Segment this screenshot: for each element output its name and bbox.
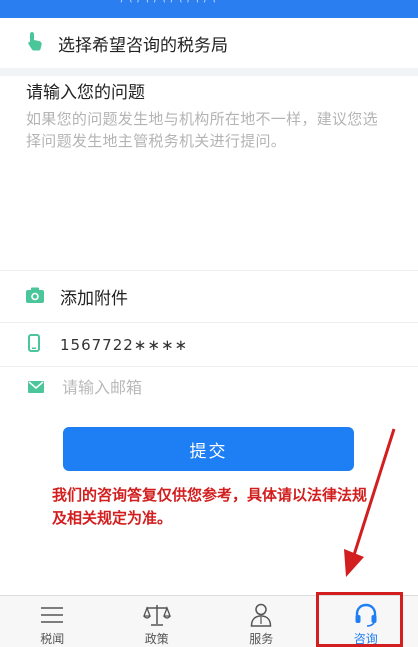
- person-icon: [246, 602, 276, 628]
- tab-policy-label: 政策: [144, 632, 169, 646]
- tax-bureau-label: 选择希望咨询的税务局: [58, 35, 228, 56]
- question-hint: 如果您的问题发生地与机构所在地不一样，建议您选择问题发生地主管税务机关进行提问。: [26, 110, 378, 150]
- banner-decoration: ◠ ◠ ◠ ◠ ◠ ◠: [120, 0, 216, 10]
- mail-icon: [28, 378, 44, 397]
- phone-value: 1567722∗∗∗∗: [60, 335, 189, 354]
- camera-icon: [26, 287, 44, 307]
- tab-service-label: 服务: [249, 632, 274, 646]
- email-field-row: [0, 366, 418, 408]
- annotation-arrow-icon: [344, 428, 396, 577]
- bottom-tab-bar: 税闻 政策 服务 咨询: [0, 595, 418, 647]
- tab-service[interactable]: 服务: [209, 596, 314, 647]
- pointing-hand-icon: [26, 31, 44, 55]
- top-banner: ◠ ◠ ◠ ◠ ◠ ◠: [0, 0, 418, 18]
- tab-policy[interactable]: 政策: [105, 596, 210, 647]
- headset-icon: [351, 602, 381, 628]
- section-divider: [0, 68, 418, 76]
- tab-consult-label: 咨询: [353, 632, 378, 646]
- phone-field[interactable]: 1567722∗∗∗∗: [0, 322, 418, 366]
- question-title: 请输入您的问题: [26, 83, 145, 103]
- add-attachment-label: 添加附件: [60, 289, 128, 309]
- scales-icon: [142, 602, 172, 628]
- add-attachment-button[interactable]: 添加附件: [0, 270, 418, 322]
- tax-bureau-selector[interactable]: 选择希望咨询的税务局: [0, 18, 418, 68]
- tab-news[interactable]: 税闻: [0, 596, 105, 647]
- question-textarea[interactable]: 请输入您的问题 如果您的问题发生地与机构所在地不一样，建议您选择问题发生地主管税…: [0, 76, 418, 270]
- tab-news-label: 税闻: [40, 632, 65, 646]
- email-input[interactable]: [62, 378, 362, 397]
- submit-button[interactable]: 提交: [63, 427, 354, 471]
- disclaimer-note: 我们的咨询答复仅供您参考，具体请以法律法规及相关规定为准。: [52, 486, 368, 527]
- tab-consult[interactable]: 咨询: [314, 596, 418, 647]
- phone-icon: [28, 333, 40, 356]
- news-lines-icon: [37, 602, 67, 628]
